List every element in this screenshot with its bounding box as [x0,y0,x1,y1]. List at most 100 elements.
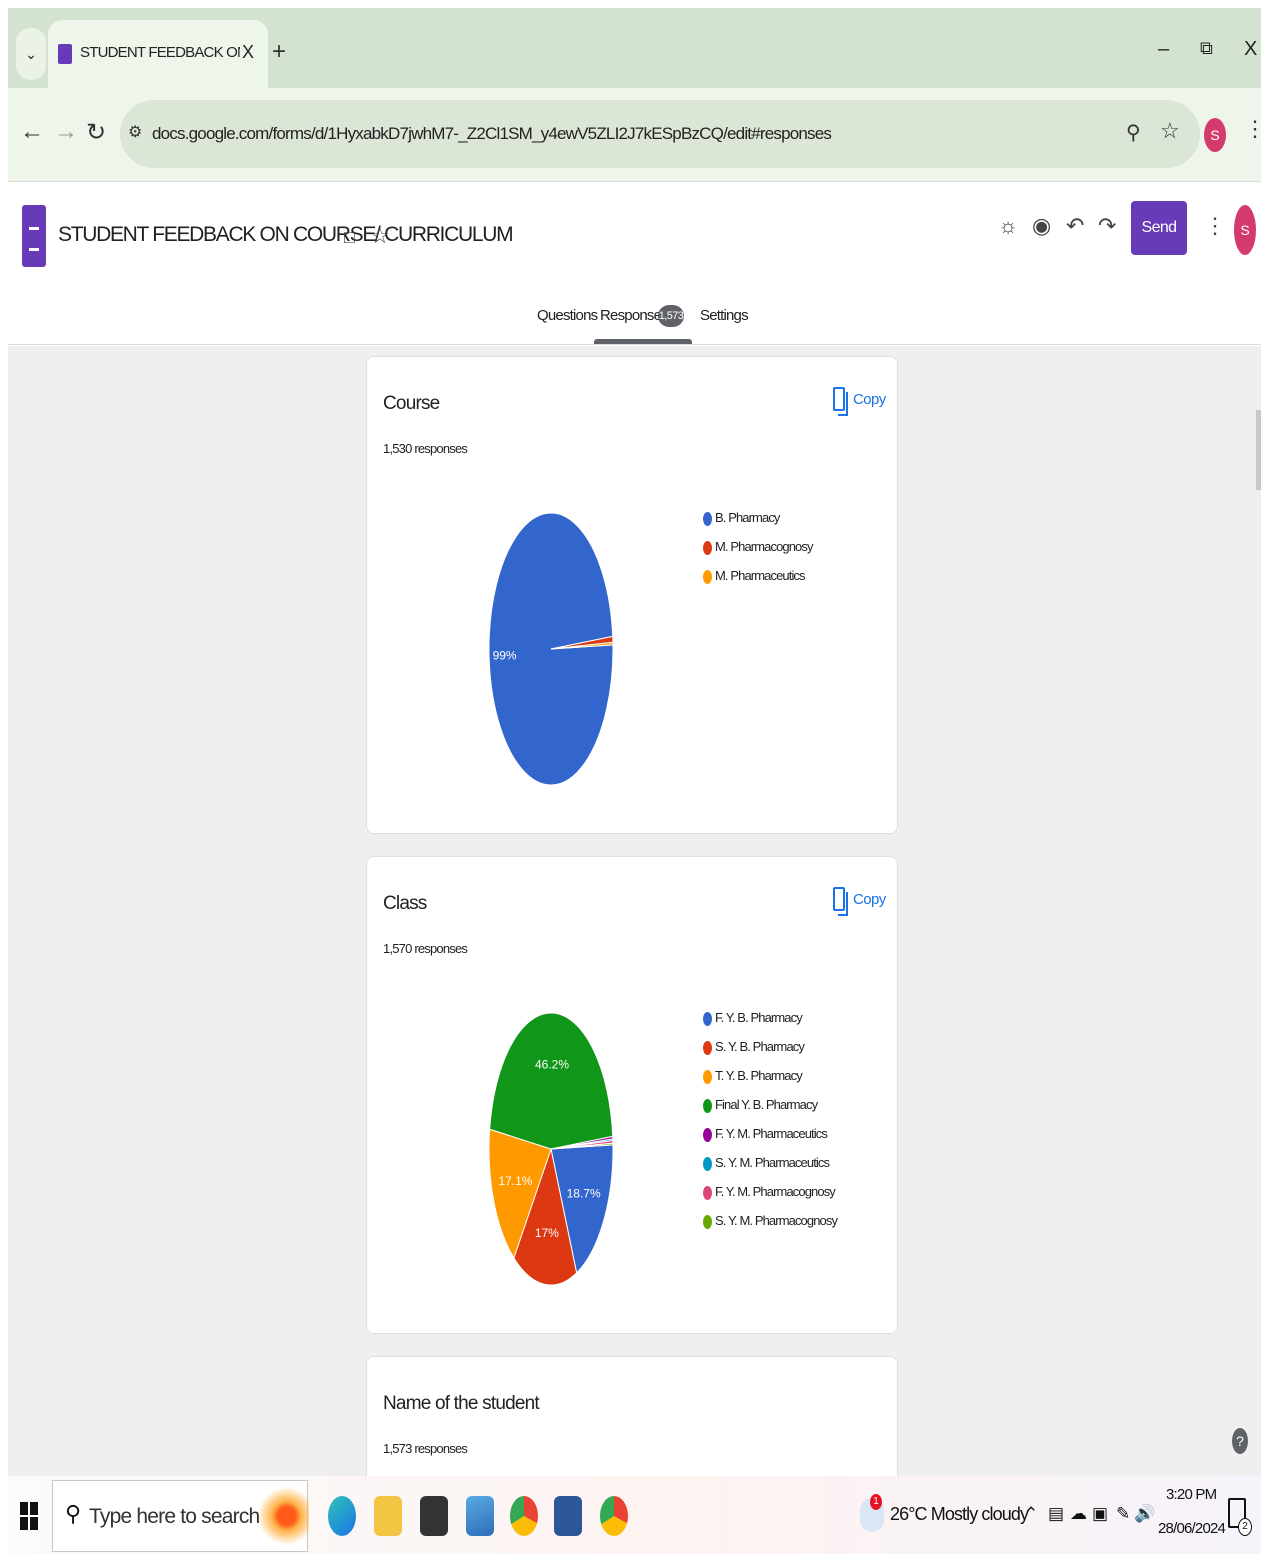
legend-label: Final Y. B. Pharmacy [715,1097,818,1112]
question-title: Name of the student [383,1393,540,1414]
legend-color-dot-icon [703,570,712,584]
responses-panel: Course 1,530 responses Copy 99% B. Pharm… [8,346,1261,1476]
browser-tab-bar: ⌄ STUDENT FEEDBACK ON COUR X + – ⧉ X [8,8,1261,88]
windows-taskbar: ⚲ Type here to search 1 26°C Mostly clou… [8,1476,1261,1554]
tray-cloud-icon[interactable]: ☁ [1070,1504,1087,1524]
search-placeholder: Type here to search [89,1505,260,1528]
legend-label: M. Pharmacognosy [715,539,813,554]
file-explorer-icon[interactable] [374,1496,402,1536]
mail-icon[interactable] [420,1496,448,1536]
legend-color-dot-icon [703,1157,712,1171]
more-options-icon[interactable]: ⋮ [1204,213,1226,239]
tab-questions[interactable]: Questions [537,307,598,324]
weather-alert-badge: 1 [870,1494,882,1510]
palette-icon[interactable]: ☼ [998,213,1018,239]
send-button[interactable]: Send [1131,201,1187,255]
weather-text[interactable]: 26°C Mostly cloudy [890,1504,1029,1525]
legend-label: S. Y. M. Pharmacognosy [715,1213,838,1228]
site-settings-icon[interactable]: ⚙ [128,122,142,142]
responses-count-badge: 1,573 [658,305,684,327]
tab-title: STUDENT FEEDBACK ON COUR [80,44,240,61]
screen: ⌄ STUDENT FEEDBACK ON COUR X + – ⧉ X ← →… [0,0,1261,1554]
page-scrollbar[interactable] [1256,410,1261,490]
bookmark-star-icon[interactable]: ☆ [1160,118,1180,144]
legend-color-dot-icon [703,1012,712,1026]
move-to-folder-icon[interactable]: □ [344,227,355,248]
class-value-label-1: 18.7% [567,1187,601,1201]
class-value-label-4: 46.2% [535,1058,569,1072]
tray-network-icon[interactable]: ▣ [1092,1504,1108,1524]
pen-icon[interactable]: ✎ [1116,1504,1130,1524]
tab-search-button[interactable]: ⌄ [16,28,46,80]
browser-tab-active[interactable]: STUDENT FEEDBACK ON COUR X [48,20,268,88]
legend-label: B. Pharmacy [715,510,780,525]
legend-color-dot-icon [703,541,712,555]
new-tab-icon[interactable]: + [272,38,286,66]
edge-icon[interactable] [328,1496,356,1536]
copy-icon [833,887,848,916]
class-value-label-2: 17% [535,1226,559,1240]
legend-label: F. Y. M. Pharmaceutics [715,1126,828,1141]
response-count: 1,573 responses [383,1441,468,1456]
undo-icon[interactable]: ↶ [1066,213,1084,239]
forms-header: STUDENT FEEDBACK ON COURSE/ CURRICULUM □… [8,183,1261,345]
help-icon[interactable]: ? [1232,1428,1248,1454]
word-icon[interactable] [554,1496,582,1536]
reload-icon[interactable]: ↻ [86,118,106,147]
star-icon[interactable]: ☆ [370,223,390,249]
form-tabs: Questions Responses 1,573 Settings [8,301,1261,345]
response-count: 1,570 responses [383,941,468,956]
legend-label: F. Y. M. Pharmacognosy [715,1184,836,1199]
restore-icon[interactable]: ⧉ [1200,38,1213,59]
show-hidden-icons-chevron-icon[interactable]: ⌃ [1024,1504,1038,1524]
class-slice-4[interactable] [489,1012,614,1150]
app-icon[interactable] [466,1496,494,1536]
preview-eye-icon[interactable]: ◉ [1032,213,1051,239]
browser-menu-icon[interactable]: ⋮ [1244,116,1261,142]
question-title: Class [383,893,427,914]
forms-favicon-icon [58,44,72,64]
class-pie-chart: 18.7% 17% 17.1% 46.2% [488,1012,614,1286]
question-title: Course [383,393,440,414]
legend-color-dot-icon [703,512,712,526]
windows-start-icon[interactable] [20,1502,38,1530]
legend-color-dot-icon [703,1041,712,1055]
volume-icon[interactable]: 🔊 [1134,1504,1155,1524]
minimize-icon[interactable]: – [1158,38,1169,61]
form-title[interactable]: STUDENT FEEDBACK ON COURSE/ CURRICULUM [58,223,514,247]
user-avatar[interactable]: S [1234,205,1256,255]
back-arrow-icon[interactable]: ← [20,118,44,146]
copy-icon [833,387,848,416]
legend-label: F. Y. B. Pharmacy [715,1010,803,1025]
tab-close-icon[interactable]: X [242,42,254,63]
browser-profile-avatar[interactable]: S [1204,118,1226,152]
window-close-icon[interactable]: X [1244,38,1257,61]
legend-label: S. Y. M. Pharmaceutics [715,1155,830,1170]
legend-color-dot-icon [703,1186,712,1200]
active-tab-indicator [594,339,692,344]
chrome-icon[interactable] [510,1496,538,1536]
tab-settings[interactable]: Settings [700,307,749,324]
chrome-profile-icon[interactable] [600,1496,628,1536]
legend-label: S. Y. B. Pharmacy [715,1039,805,1054]
question-card-name: Name of the student 1,573 responses [366,1356,898,1476]
forward-arrow-icon[interactable]: → [54,118,78,146]
zoom-icon[interactable]: ⚲ [1126,120,1141,145]
legend-color-dot-icon [703,1215,712,1229]
address-bar[interactable]: ⚙ docs.google.com/forms/d/1HyxabkD7jwhM7… [120,100,1200,168]
clock-time[interactable]: 3:20 PM [1166,1486,1217,1503]
taskbar-search-box[interactable]: ⚲ Type here to search [52,1480,309,1552]
google-forms-logo-icon[interactable] [22,205,46,267]
legend-label: T. Y. B. Pharmacy [715,1068,803,1083]
tray-app-icon[interactable]: ▤ [1048,1504,1064,1524]
notification-count-badge: 2 [1238,1518,1252,1536]
url-text: docs.google.com/forms/d/1HyxabkD7jwhM7-_… [152,124,832,143]
question-card-class: Class 1,570 responses Copy 18.7% 17% 17.1%… [366,856,898,1334]
clock-date[interactable]: 28/06/2024 [1158,1520,1226,1537]
copy-chart-button[interactable]: Copy [833,885,887,917]
search-icon: ⚲ [65,1501,82,1526]
copy-label: Copy [853,891,886,908]
browser-toolbar: ← → ↻ ⚙ docs.google.com/forms/d/1HyxabkD… [8,88,1261,182]
copy-chart-button[interactable]: Copy [833,385,887,417]
redo-icon[interactable]: ↷ [1098,213,1116,239]
